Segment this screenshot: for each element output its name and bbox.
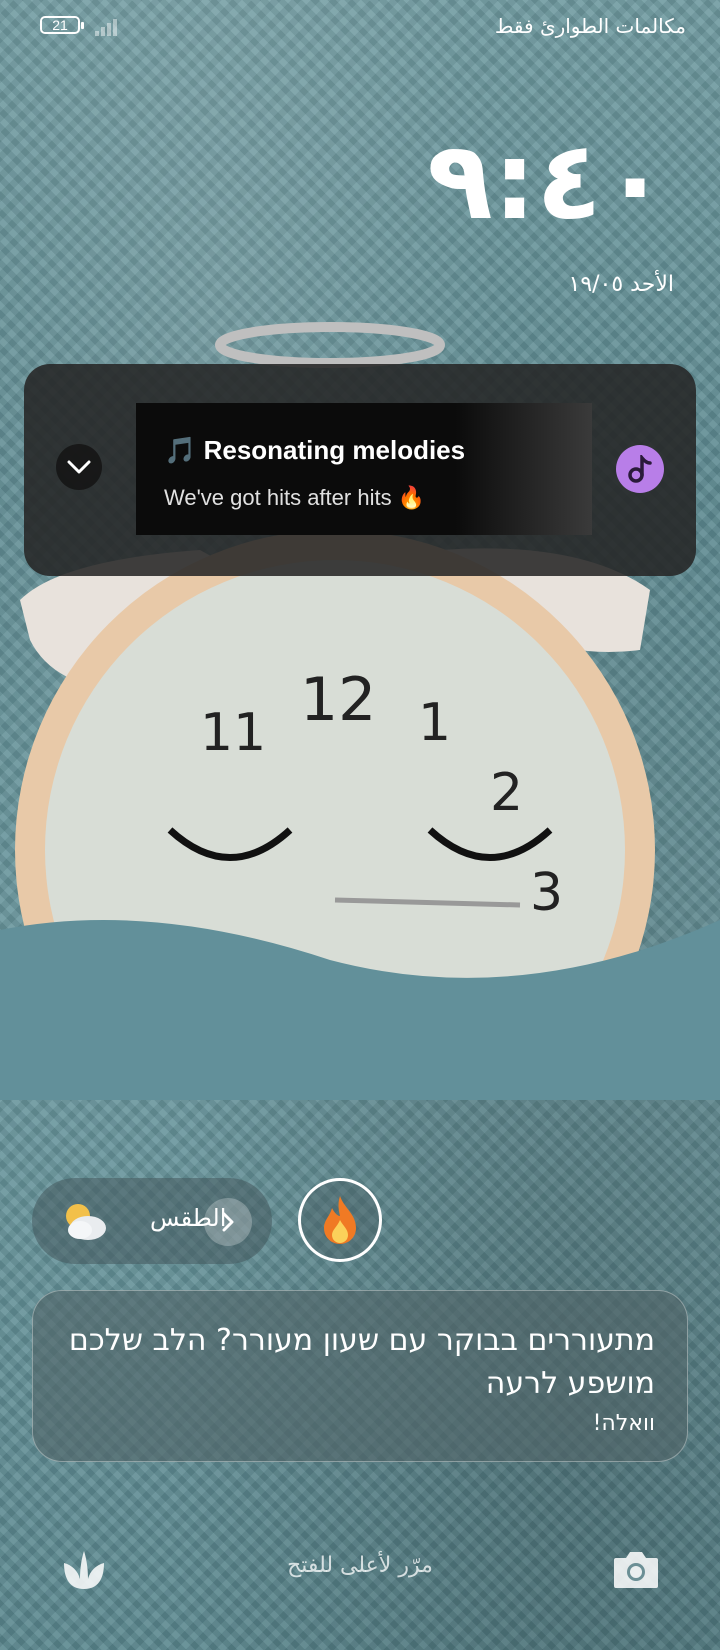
weather-widget[interactable]: الطقس — [32, 1178, 272, 1264]
notification-source: וואלה! — [592, 1411, 655, 1436]
svg-text:12: 12 — [300, 665, 376, 735]
battery-icon: 21 — [40, 16, 84, 34]
svg-text:1: 1 — [418, 693, 451, 753]
fire-icon — [324, 1196, 356, 1244]
camera-icon[interactable] — [612, 1548, 660, 1590]
partly-cloudy-icon — [66, 1204, 106, 1240]
media-artwork-panel[interactable]: 🎵 Resonating melodies We've got hits aft… — [136, 403, 592, 535]
chevron-down-icon — [67, 460, 91, 474]
media-subtitle: We've got hits after hits 🔥 — [164, 485, 426, 510]
lock-date: الأحد ١٩/٠٥ — [568, 272, 675, 297]
carrier-text: مكالمات الطوارئ فقط — [494, 14, 686, 38]
svg-text:2: 2 — [490, 763, 523, 823]
collapse-button[interactable] — [56, 444, 102, 490]
media-player-card[interactable]: 🎵 Resonating melodies We've got hits aft… — [24, 364, 696, 576]
fire-shortcut-button[interactable] — [298, 1178, 382, 1262]
status-bar: 21 مكالمات الطوارئ فقط — [0, 12, 720, 44]
notification-text: מתעוררים בבוקר עם שעון מעורר? הלב שלכם מ… — [68, 1323, 655, 1401]
chevron-right-icon — [222, 1212, 234, 1232]
lock-clock: ٩:٤٠ — [427, 119, 668, 244]
music-app-button[interactable] — [616, 445, 664, 493]
weather-open-button[interactable] — [204, 1198, 252, 1246]
svg-text:11: 11 — [200, 703, 266, 763]
signal-icon — [95, 18, 125, 36]
music-note-icon — [628, 455, 652, 483]
media-title: 🎵 Resonating melodies — [164, 435, 466, 465]
svg-text:3: 3 — [530, 863, 563, 923]
news-notification[interactable]: מתעוררים בבוקר עם שעון מעורר? הלב שלכם מ… — [32, 1290, 688, 1462]
